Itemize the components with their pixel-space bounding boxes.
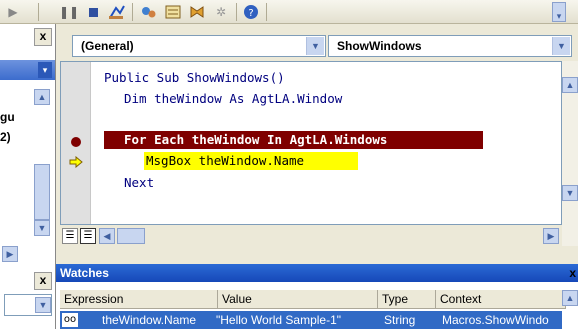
full-module-view-icon[interactable]: ☰ [80,228,96,244]
code-line-text: Next [124,175,155,190]
procedure-combo[interactable]: ShowWindows ▼ [328,35,572,57]
scroll-down-icon[interactable]: ▼ [34,220,50,236]
project-tree-text: 2) [0,130,11,144]
toolbar-separator [38,3,39,21]
scroll-right-icon[interactable]: ▶ [543,228,559,244]
watches-title: Watches [60,266,109,280]
project-explorer-pane: x ▾ ▲ gu 2) ▼ ▶ [0,24,56,266]
project-explorer-icon[interactable] [140,3,158,21]
code-line: Dim theWindow As AgtLA.Window [124,90,342,108]
scroll-down-icon[interactable]: ▼ [562,185,578,201]
scroll-up-icon[interactable]: ▲ [562,77,578,93]
column-header-context[interactable]: Context [436,290,566,309]
pause-icon[interactable]: ❚❚ [59,3,79,21]
play-icon[interactable]: ▶ [4,3,22,21]
execution-arrow-icon [69,156,83,168]
chevron-down-icon[interactable]: ▼ [35,297,51,313]
horizontal-scrollbar[interactable]: ☰ ☰ ◀ ▶ [61,226,562,246]
design-mode-icon[interactable] [108,3,126,21]
code-line-text: Public Sub ShowWindows() [104,70,285,85]
scroll-up-icon[interactable]: ▲ [562,290,578,306]
scroll-thumb[interactable] [117,228,145,244]
toolbox-icon[interactable]: ✲ [212,3,230,21]
chevron-down-icon[interactable]: ▼ [306,37,324,55]
watch-context: Macros.ShowWindo [442,313,549,327]
watch-type: String [384,313,416,327]
toolbar: ▶ ❚❚ ✲ ? ▾ [0,0,578,24]
scroll-left-icon[interactable]: ◀ [99,228,115,244]
scroll-up-icon[interactable]: ▲ [34,89,50,105]
close-icon[interactable]: x [569,264,576,282]
stop-icon[interactable] [84,3,102,21]
object-combo[interactable]: (General) ▼ [72,35,326,57]
help-icon[interactable]: ? [242,3,260,21]
toolbar-separator [266,3,267,21]
dropdown-icon[interactable]: ▾ [38,62,52,78]
scroll-right-icon[interactable]: ▶ [2,246,18,262]
close-icon[interactable]: x [34,272,52,290]
breakpoint-line: For Each theWindow In AgtLA.Windows [104,131,483,149]
execution-line: MsgBox theWindow.Name [144,152,358,170]
chevron-down-icon[interactable]: ▼ [552,37,570,55]
code-line: Next [124,174,154,192]
properties-icon[interactable] [164,3,182,21]
properties-pane: x ▼ [0,266,56,329]
project-pane-header: ▾ [0,60,55,80]
toolbar-separator [132,3,133,21]
project-tree-text: gu [0,110,15,124]
vertical-scrollbar[interactable]: ▲ ▼ [562,61,578,246]
svg-text:?: ? [248,8,253,19]
toolbar-separator [236,3,237,21]
watch-expression: theWindow.Name [102,313,197,327]
code-line: Public Sub ShowWindows() [104,69,285,87]
glasses-icon: oo [62,313,78,327]
code-line-text: For Each theWindow In AgtLA.Windows [124,132,388,147]
scroll-thumb[interactable] [34,164,50,220]
column-header-expression[interactable]: Expression [60,290,218,309]
code-line-text: MsgBox theWindow.Name [146,153,305,168]
code-line-text: Dim theWindow As AgtLA.Window [124,91,343,106]
close-icon[interactable]: x [34,28,52,46]
object-browser-icon[interactable] [188,3,206,21]
toolbar-options-icon[interactable]: ▾ [552,2,566,22]
watch-value: "Hello World Sample-1" [216,313,342,327]
procedure-view-icon[interactable]: ☰ [62,228,78,244]
object-dropdown[interactable]: ▼ [4,294,52,316]
procedure-combo-value: ShowWindows [337,39,422,53]
watches-title-bar: Watches x [56,264,578,282]
column-header-value[interactable]: Value [218,290,378,309]
breakpoint-icon [71,137,81,147]
object-combo-value: (General) [81,39,134,53]
margin-indicator-bar[interactable] [61,62,91,224]
column-header-type[interactable]: Type [378,290,436,309]
